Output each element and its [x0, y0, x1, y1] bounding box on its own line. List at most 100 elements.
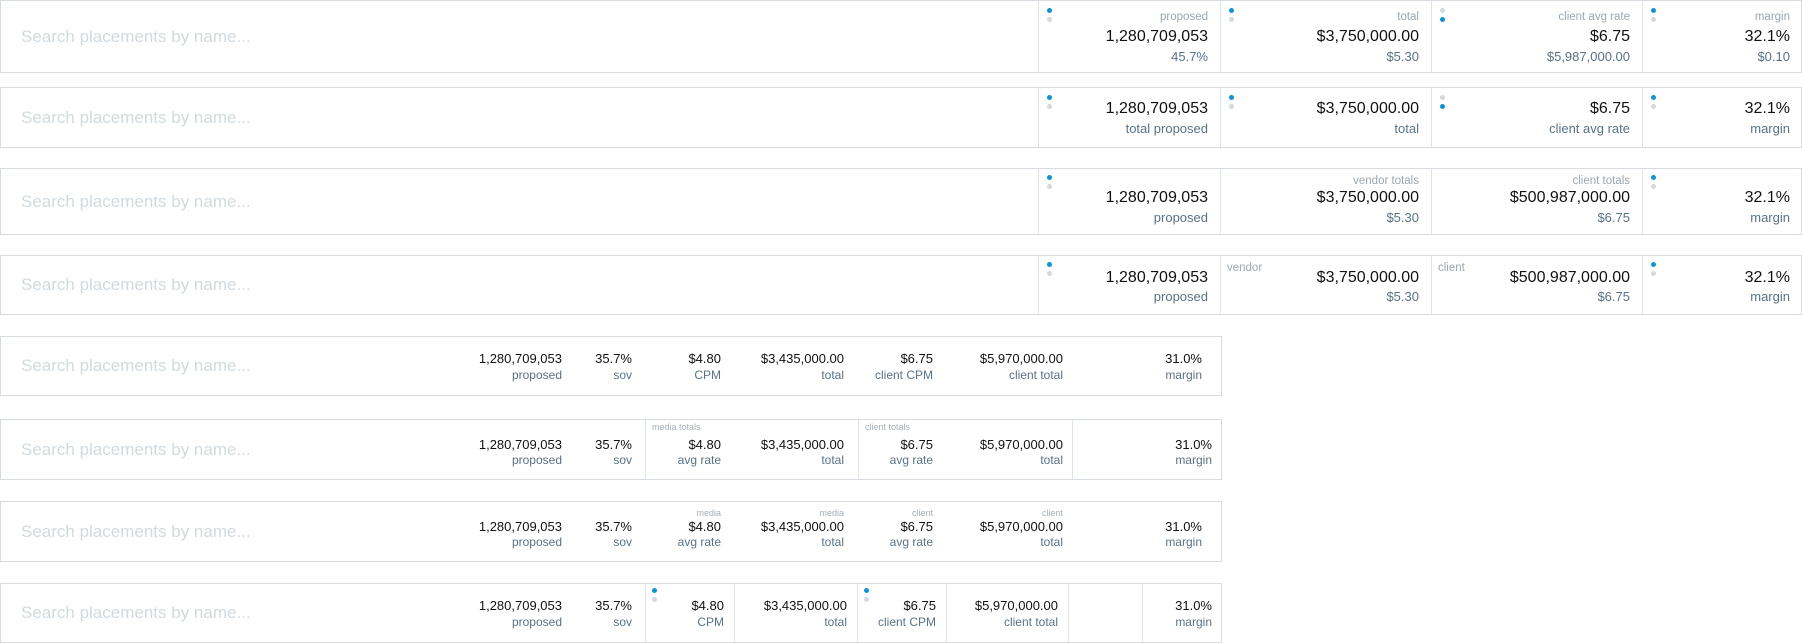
- cpm-cell[interactable]: $4.80 CPM: [642, 337, 731, 395]
- total-cell[interactable]: $3,750,000.00 total: [1220, 88, 1431, 147]
- client-total-cell[interactable]: $5,970,000.00 client total: [946, 584, 1068, 642]
- summary-bar-5: Search placements by name... 1,280,709,0…: [0, 336, 1222, 396]
- client-total-cell[interactable]: $5,970,000.00 total: [943, 420, 1073, 479]
- toggle-dots-icon[interactable]: [1440, 8, 1446, 26]
- proposed-value: 1,280,709,053: [478, 519, 562, 534]
- sov-value: 35.7%: [595, 519, 632, 534]
- client-total-label: client total: [1008, 368, 1063, 382]
- toggle-dots-icon[interactable]: [1440, 95, 1446, 113]
- media-totals-caption: media totals: [652, 422, 701, 432]
- toggle-dots-icon[interactable]: [1229, 8, 1235, 26]
- client-avg-rate-cell[interactable]: $6.75 client avg rate: [1431, 88, 1642, 147]
- sov-label: sov: [613, 535, 632, 549]
- proposed-label: total proposed: [1125, 121, 1208, 136]
- total-cell[interactable]: total $3,750,000.00 $5.30: [1220, 1, 1431, 72]
- sov-cell[interactable]: 35.7% sov: [572, 420, 642, 479]
- sov-value: 35.7%: [595, 437, 632, 452]
- search-input[interactable]: Search placements by name...: [21, 275, 251, 295]
- margin-sub: $0.10: [1757, 49, 1790, 64]
- toggle-dots-icon[interactable]: [1651, 8, 1657, 26]
- client-avg-rate-cell[interactable]: client $6.75 avg rate: [854, 502, 943, 561]
- client-total-cell[interactable]: client $5,970,000.00 total: [943, 502, 1073, 561]
- client-total-value: $500,987,000.00: [1509, 269, 1630, 286]
- vendor-rate-sub: $5.30: [1386, 210, 1419, 225]
- proposed-cell[interactable]: 1,280,709,053 proposed: [471, 337, 572, 395]
- client-cpm-cell[interactable]: $6.75 client CPM: [857, 584, 946, 642]
- client-avg-rate-cell[interactable]: client avg rate $6.75 $5,987,000.00: [1431, 1, 1642, 72]
- margin-cell[interactable]: margin 32.1% $0.10: [1642, 1, 1802, 72]
- toggle-dots-icon[interactable]: [1229, 95, 1235, 113]
- toggle-dots-icon[interactable]: [1047, 175, 1053, 193]
- sov-cell[interactable]: 35.7% sov: [572, 337, 642, 395]
- proposed-caption: proposed: [1160, 11, 1208, 23]
- toggle-dots-icon[interactable]: [1651, 262, 1657, 280]
- media-caption: media: [819, 508, 844, 518]
- toggle-dots-icon[interactable]: [1047, 262, 1053, 280]
- proposed-cell[interactable]: 1,280,709,053 proposed: [471, 584, 572, 642]
- client-totals-cell[interactable]: client totals $500,987,000.00 $6.75: [1431, 169, 1642, 234]
- client-total-value: $500,987,000.00: [1509, 189, 1630, 206]
- vendor-totals-cell[interactable]: vendor totals $3,750,000.00 $5.30: [1220, 169, 1431, 234]
- sov-cell[interactable]: 35.7% sov: [572, 584, 642, 642]
- margin-cell[interactable]: 32.1% margin: [1642, 169, 1802, 234]
- client-cell[interactable]: client $500,987,000.00 $6.75: [1431, 256, 1642, 314]
- proposed-cell[interactable]: 1,280,709,053 proposed: [471, 420, 572, 479]
- toggle-dots-icon[interactable]: [1047, 8, 1053, 26]
- client-avg-rate-cell[interactable]: client totals $6.75 avg rate: [858, 420, 943, 479]
- total-cell[interactable]: $3,435,000.00 total: [731, 337, 854, 395]
- toggle-dots-icon[interactable]: [652, 588, 658, 606]
- media-total-cell[interactable]: $3,435,000.00 total: [731, 420, 854, 479]
- margin-cell[interactable]: 32.1% margin: [1642, 88, 1802, 147]
- sov-cell[interactable]: 35.7% sov: [572, 502, 642, 561]
- media-avg-rate-cell[interactable]: media $4.80 avg rate: [642, 502, 731, 561]
- search-input[interactable]: Search placements by name...: [21, 356, 251, 376]
- cpm-label: CPM: [697, 615, 724, 629]
- proposed-cell[interactable]: proposed 1,280,709,053 45.7%: [1038, 1, 1220, 72]
- proposed-cell[interactable]: 1,280,709,053 proposed: [1038, 169, 1220, 234]
- client-totals-caption: client totals: [1572, 175, 1630, 187]
- toggle-dots-icon[interactable]: [1047, 95, 1053, 113]
- toggle-dots-icon[interactable]: [1651, 95, 1657, 113]
- margin-cell[interactable]: 31.0% margin: [1142, 584, 1222, 642]
- total-caption: total: [1397, 11, 1419, 23]
- search-input[interactable]: Search placements by name...: [21, 27, 251, 47]
- client-cpm-cell[interactable]: $6.75 client CPM: [854, 337, 943, 395]
- margin-cell[interactable]: 31.0% margin: [1073, 502, 1212, 561]
- proposed-cell[interactable]: 1,280,709,053 proposed: [471, 502, 572, 561]
- proposed-label: proposed: [1153, 210, 1208, 225]
- sov-value: 35.7%: [595, 598, 632, 613]
- vendor-cell[interactable]: vendor $3,750,000.00 $5.30: [1220, 256, 1431, 314]
- summary-bar-1: Search placements by name... proposed 1,…: [0, 0, 1802, 73]
- sov-value: 35.7%: [595, 351, 632, 366]
- proposed-label: proposed: [511, 615, 562, 629]
- toggle-dots-icon[interactable]: [864, 588, 870, 606]
- total-value: $3,435,000.00: [760, 519, 844, 534]
- client-total-cell[interactable]: $5,970,000.00 client total: [943, 337, 1073, 395]
- margin-label: margin: [1750, 210, 1790, 225]
- proposed-cell[interactable]: 1,280,709,053 total proposed: [1038, 88, 1220, 147]
- search-input[interactable]: Search placements by name...: [21, 108, 251, 128]
- sov-label: sov: [613, 615, 632, 629]
- margin-cell[interactable]: 32.1% margin: [1642, 256, 1802, 314]
- toggle-dots-icon[interactable]: [1651, 175, 1657, 193]
- margin-cell[interactable]: 31.0% margin: [1072, 420, 1222, 479]
- search-input[interactable]: Search placements by name...: [21, 192, 251, 212]
- total-cell[interactable]: $3,435,000.00 total: [734, 584, 857, 642]
- media-avg-rate-cell[interactable]: media totals $4.80 avg rate: [645, 420, 731, 479]
- avg-rate-label: avg rate: [677, 453, 721, 467]
- client-rate-sub: $6.75: [1597, 289, 1630, 304]
- sov-label: sov: [613, 368, 632, 382]
- client-cpm-value: $6.75: [900, 351, 933, 366]
- avg-rate-value: $4.80: [688, 437, 721, 452]
- proposed-value: 1,280,709,053: [1105, 189, 1208, 206]
- margin-cell[interactable]: 31.0% margin: [1073, 337, 1212, 395]
- media-total-cell[interactable]: media $3,435,000.00 total: [731, 502, 854, 561]
- search-input[interactable]: Search placements by name...: [21, 603, 251, 623]
- proposed-value: 1,280,709,053: [478, 598, 562, 613]
- cpm-cell[interactable]: $4.80 CPM: [645, 584, 734, 642]
- proposed-cell[interactable]: 1,280,709,053 proposed: [1038, 256, 1220, 314]
- search-input[interactable]: Search placements by name...: [21, 522, 251, 542]
- search-input[interactable]: Search placements by name...: [21, 440, 251, 460]
- proposed-label: proposed: [511, 535, 562, 549]
- total-value: $3,435,000.00: [760, 351, 844, 366]
